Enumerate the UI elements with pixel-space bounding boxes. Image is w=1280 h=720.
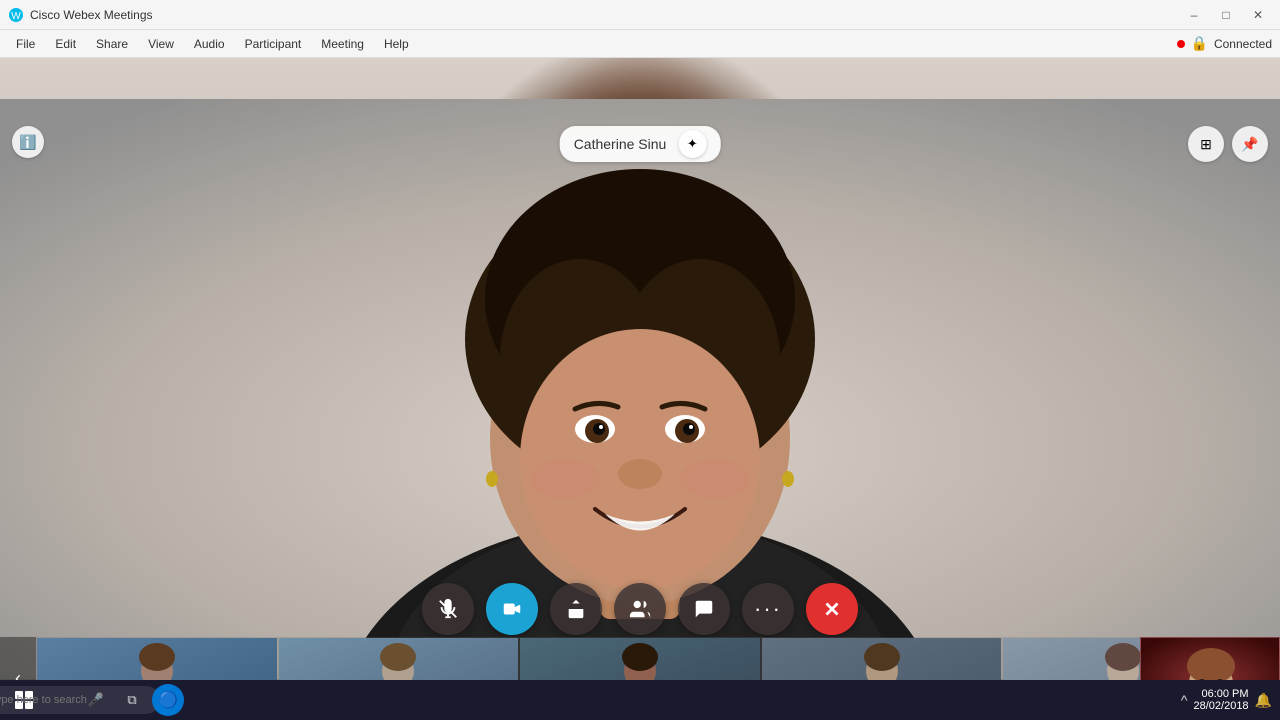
pin-button[interactable]: 📌 — [1232, 126, 1268, 162]
grid-icon: ⊞ — [1200, 136, 1212, 153]
task-view-button[interactable]: ⧉ — [116, 684, 148, 716]
cortana-icon: 🔵 — [158, 690, 178, 710]
maximize-button[interactable]: □ — [1212, 5, 1240, 25]
menu-file[interactable]: File — [8, 35, 43, 53]
share-button[interactable] — [550, 583, 602, 635]
control-bar: ··· — [422, 583, 858, 635]
taskbar-time-text: 06:00 PM — [1194, 688, 1249, 700]
main-video-area: ℹ️ Catherine Sinu ✦ ⊞ 📌 — [0, 58, 1280, 720]
expand-tray-icon[interactable]: ^ — [1181, 692, 1188, 708]
mic-icon: 🎤 — [88, 692, 104, 708]
lock-icon: 🔒 — [1191, 35, 1208, 52]
pin-icon: 📌 — [1241, 136, 1258, 153]
menu-audio[interactable]: Audio — [186, 35, 233, 53]
mute-button[interactable] — [422, 583, 474, 635]
close-button[interactable]: ✕ — [1244, 5, 1272, 25]
star-button[interactable]: ✦ — [678, 130, 706, 158]
chat-icon — [693, 598, 715, 620]
connection-status-area: 🔒 Connected — [1177, 35, 1272, 52]
chat-button[interactable] — [678, 583, 730, 635]
system-tray-icons: ^ — [1181, 692, 1188, 708]
cortana-button[interactable]: 🔵 — [152, 684, 184, 716]
star-icon: ✦ — [687, 136, 698, 152]
notification-icon[interactable]: 🔔 — [1255, 692, 1272, 709]
app-title: Cisco Webex Meetings — [30, 8, 153, 22]
menu-bar: File Edit Share View Audio Participant M… — [0, 30, 1280, 58]
info-icon: ℹ️ — [19, 134, 36, 151]
share-icon — [565, 598, 587, 620]
status-dot — [1177, 40, 1185, 48]
participants-button[interactable] — [614, 583, 666, 635]
search-area[interactable]: 🔍 — [44, 684, 76, 716]
taskbar: 🔍 🎤 ⧉ 🔵 ^ 06:00 PM 28/02/2018 🔔 — [0, 680, 1280, 720]
mic-icon — [437, 598, 459, 620]
video-button[interactable] — [486, 583, 538, 635]
menu-meeting[interactable]: Meeting — [313, 35, 372, 53]
task-view-icon: ⧉ — [127, 692, 136, 708]
participants-icon — [629, 598, 651, 620]
video-icon — [501, 598, 523, 620]
menu-participant[interactable]: Participant — [237, 35, 310, 53]
more-dots-icon: ··· — [754, 596, 782, 622]
menu-view[interactable]: View — [140, 35, 182, 53]
app-icon: W — [8, 7, 24, 23]
minimize-button[interactable]: – — [1180, 5, 1208, 25]
mic-taskbar-button[interactable]: 🎤 — [80, 684, 112, 716]
end-call-button[interactable] — [806, 583, 858, 635]
menu-edit[interactable]: Edit — [47, 35, 84, 53]
speaker-name-text: Catherine Sinu — [574, 136, 667, 152]
top-right-controls: ⊞ 📌 — [1188, 126, 1268, 162]
info-button[interactable]: ℹ️ — [12, 126, 44, 158]
svg-text:W: W — [11, 11, 21, 22]
title-bar: W Cisco Webex Meetings – □ ✕ — [0, 0, 1280, 30]
end-call-icon — [821, 598, 843, 620]
speaker-name-label: Catherine Sinu ✦ — [560, 126, 721, 162]
menu-help[interactable]: Help — [376, 35, 417, 53]
more-button[interactable]: ··· — [742, 583, 794, 635]
menu-share[interactable]: Share — [88, 35, 136, 53]
grid-layout-button[interactable]: ⊞ — [1188, 126, 1224, 162]
taskbar-right-area: ^ 06:00 PM 28/02/2018 🔔 — [1181, 688, 1272, 712]
taskbar-date-text: 28/02/2018 — [1194, 700, 1249, 712]
connection-status-text: Connected — [1214, 37, 1272, 51]
taskbar-clock: 06:00 PM 28/02/2018 — [1194, 688, 1249, 712]
